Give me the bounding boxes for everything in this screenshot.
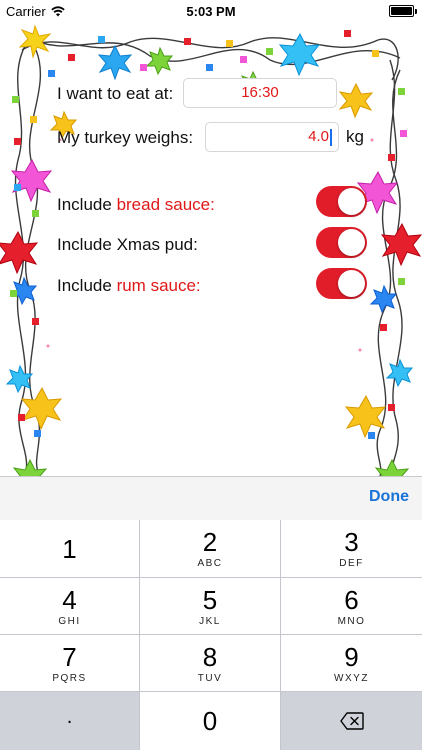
key-7[interactable]: 7 PQRS [0,635,140,692]
xmas-pud-label: Include Xmas pud: [57,235,198,254]
weight-unit-label: kg [346,127,364,146]
done-button[interactable]: Done [369,488,409,506]
key-9[interactable]: 9 WXYZ [281,635,422,692]
numeric-keypad: 1 2 ABC 3 DEF 4 GHI 5 JKL 6 MNO 7 PQRS 8… [0,520,422,750]
toggle-knob [338,270,365,297]
key-2[interactable]: 2 ABC [140,520,281,578]
toggle-knob [338,229,365,256]
key-decimal[interactable]: . [0,692,140,750]
key-6[interactable]: 6 MNO [281,578,422,635]
text-caret [330,128,332,146]
turkey-weight-value: 4.0 [308,128,329,145]
rum-sauce-label: Include rum sauce: [57,276,201,295]
eat-time-label: I want to eat at: [57,84,174,103]
status-bar: Carrier 5:03 PM [0,0,422,22]
key-8[interactable]: 8 TUV [140,635,281,692]
bread-sauce-toggle[interactable] [316,186,367,217]
turkey-weight-field[interactable]: 4.0 [205,122,339,152]
key-3[interactable]: 3 DEF [281,520,422,578]
rum-sauce-toggle[interactable] [316,268,367,299]
delete-key[interactable] [281,692,422,750]
key-5[interactable]: 5 JKL [140,578,281,635]
toggle-knob [338,188,365,215]
key-1[interactable]: 1 [0,520,140,578]
backspace-icon [339,712,364,730]
bread-sauce-label: Include bread sauce: [57,195,215,214]
status-time: 5:03 PM [186,4,236,19]
xmas-pud-toggle[interactable] [316,227,367,258]
key-4[interactable]: 4 GHI [0,578,140,635]
turkey-weight-label: My turkey weighs: [57,128,194,147]
battery-icon [389,5,417,17]
key-0[interactable]: 0 [140,692,281,750]
keyboard-toolbar: Done [0,476,422,520]
eat-time-field[interactable]: 16:30 [183,78,337,108]
